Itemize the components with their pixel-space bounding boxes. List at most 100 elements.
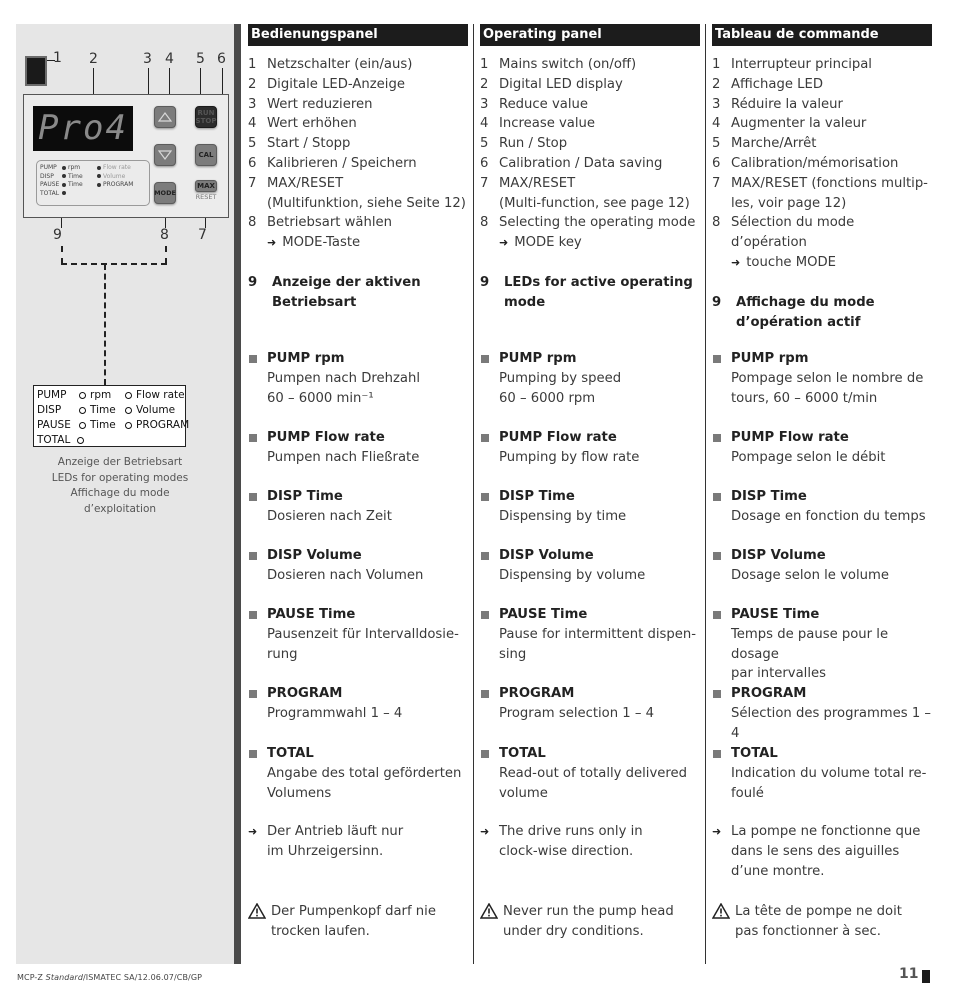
list-item-9: 9 LEDs for active operating mode	[480, 274, 693, 310]
max-label: MAX	[197, 182, 215, 190]
led-legend-box: PUMP rpm Flow rate DISP Time Volume PAUS…	[33, 385, 189, 448]
mode-description: Programmwahl 1 – 4	[267, 705, 403, 721]
item-text: Kalibrieren / Speichern	[267, 155, 417, 171]
mode-title: PAUSE Time	[499, 607, 588, 622]
list-item: 3 Reduce value	[480, 95, 700, 115]
mode-title: PUMP rpm	[499, 351, 577, 366]
mode-description: Sélection des programmes 1 – 4	[731, 705, 932, 741]
mode-description: Program selection 1 – 4	[499, 705, 655, 721]
mode-title: PUMP Flow rate	[731, 430, 849, 445]
page-number: 11	[899, 966, 919, 982]
run-stop-button[interactable]: RUN STOP	[195, 106, 217, 128]
item-text: Mains switch (on/off)	[499, 57, 637, 72]
item-text: les, voir page 12)	[731, 195, 847, 211]
mode-description: Pausenzeit für Intervalldosie-	[267, 626, 459, 642]
warning-triangle-icon	[712, 903, 730, 919]
item-text: Marche/Arrêt	[731, 136, 817, 152]
square-bullet-icon	[713, 611, 721, 619]
item-text: Calibration/mémorisation	[731, 155, 899, 171]
dashed-connector-right	[165, 246, 167, 264]
list-item: 2 Digitale LED-Anzeige	[248, 75, 468, 95]
led-dot	[62, 182, 66, 187]
column-header: Tableau de commande	[712, 24, 932, 46]
item-number: 3	[712, 96, 721, 112]
mode-title: PUMP Flow rate	[267, 430, 385, 445]
led-display: Pro4	[33, 106, 133, 151]
mode-item: PAUSE Time Pause for intermittent dispen-…	[480, 605, 700, 664]
mode-item: DISP Volume Dosage selon le volume	[712, 546, 932, 586]
mode-button[interactable]: MODE	[154, 182, 176, 204]
mode-description: Pumping by speed	[499, 370, 622, 386]
callout-3: 3	[143, 51, 152, 67]
mode-description: Temps de pause pour le dosage	[731, 626, 889, 662]
square-bullet-icon	[249, 493, 257, 501]
mode-title: DISP Time	[267, 489, 343, 504]
list-item-9: 9 Anzeige der aktiven Betriebsart	[248, 274, 421, 310]
square-bullet-icon	[249, 690, 257, 698]
callout-1: 1	[53, 50, 62, 66]
item-number: 7	[712, 175, 721, 191]
list-item: 3 Réduire la valeur	[712, 95, 932, 115]
mode-title: DISP Volume	[267, 548, 362, 563]
mode-description: Pause for intermittent dispen-	[499, 626, 696, 642]
max-button[interactable]: MAX	[195, 180, 217, 192]
column-header: Operating panel	[480, 24, 700, 46]
list-item: les, voir page 12)	[712, 194, 932, 214]
mode-item: DISP Volume Dosieren nach Volumen	[248, 546, 468, 586]
list-item: 4 Augmenter la valeur	[712, 114, 932, 134]
item-number	[480, 194, 499, 214]
item-number: 2	[480, 76, 489, 92]
mode-item: PAUSE Time Pausenzeit für Intervalldosie-…	[248, 605, 468, 664]
mode-description: Dosieren nach Zeit	[267, 508, 392, 524]
cal-button[interactable]: CAL	[195, 144, 217, 166]
mode-item: TOTAL Angabe des total geförderten Volumen…	[248, 744, 468, 803]
list-item: 7 MAX/RESET (fonctions multip-	[712, 174, 932, 194]
mode-label: MODE	[154, 189, 176, 197]
right-arrow-icon: ➜	[267, 236, 277, 250]
mini-led-row: TOTAL	[40, 190, 83, 199]
item-text: MAX/RESET	[499, 175, 576, 191]
mode-title: DISP Volume	[731, 548, 826, 563]
square-bullet-icon	[713, 750, 721, 758]
column-german: Bedienungspanel 1 Netzschalter (ein/aus) 2 D…	[248, 24, 468, 939]
item-text: Run / Stop	[499, 136, 568, 152]
item-text: Start / Stopp	[267, 136, 351, 152]
legend-row: TOTAL	[37, 433, 182, 448]
mode-description: Dispensing by volume	[499, 567, 646, 583]
item-text: Netzschalter (ein/aus)	[267, 57, 413, 72]
mode-title: PUMP Flow rate	[499, 430, 617, 445]
page-marker-square	[922, 970, 930, 983]
mode-item: PROGRAM Programmwahl 1 – 4	[248, 684, 468, 724]
decrease-button[interactable]	[154, 144, 176, 166]
panel-divider-bar	[234, 24, 241, 964]
callout-9: 9	[53, 227, 62, 243]
list-item: 6 Calibration/mémorisation	[712, 154, 932, 174]
item-number: 8	[480, 215, 489, 231]
item-number: 5	[248, 136, 257, 152]
dry-run-warning: Der Pumpenkopf darf nie trocken laufen.	[248, 902, 468, 942]
mode-description: Dosage selon le volume	[731, 567, 889, 583]
warning-triangle-icon	[248, 903, 266, 919]
mode-description: Indication du volume total re-	[731, 765, 927, 781]
mode-title: PAUSE Time	[731, 607, 820, 622]
list-item: 3 Wert reduzieren	[248, 95, 468, 115]
led-ring-icon	[79, 406, 86, 414]
led-ring-icon	[79, 421, 86, 429]
mode-led-panel: PUMP rpm DISP Time PAUSE Time TOTAL Flow ra…	[36, 160, 150, 206]
mode-item: TOTAL Indication du volume total re-foulé	[712, 744, 932, 803]
column-english: Operating panel 1 Mains switch (on/off) 2 Di…	[480, 24, 700, 939]
increase-button[interactable]	[154, 106, 176, 128]
square-bullet-icon	[481, 690, 489, 698]
led-dot	[62, 174, 66, 178]
item-text: (Multifunktion, siehe Seite 12)	[267, 195, 466, 211]
mode-description: foulé	[731, 785, 764, 801]
led-ring-icon	[125, 406, 132, 414]
item-number: 2	[712, 76, 721, 92]
mode-description: Read-out of totally delivered	[499, 765, 687, 781]
square-bullet-icon	[249, 355, 257, 363]
mode-description: rung	[267, 646, 298, 662]
mode-description: Dosieren nach Volumen	[267, 567, 424, 583]
mains-switch[interactable]	[25, 56, 47, 86]
right-arrow-icon: ➜	[731, 255, 741, 269]
led-dot	[62, 165, 66, 170]
